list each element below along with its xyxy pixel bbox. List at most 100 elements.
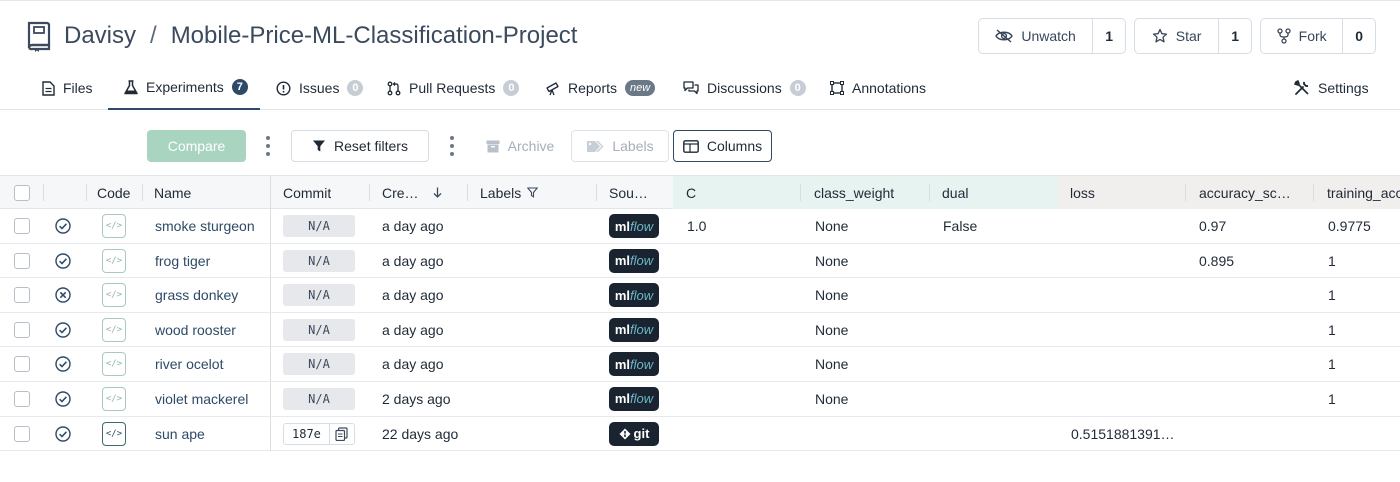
copy-icon[interactable] [330,424,354,444]
tab-annotations[interactable]: Annotations [830,66,926,110]
select-all-checkbox[interactable] [14,176,30,209]
param-class-weight-cell: None [815,218,849,234]
code-icon[interactable]: </> [102,352,126,377]
row-checkbox[interactable] [14,244,30,278]
row-checkbox[interactable] [14,278,30,312]
column-header-source[interactable]: Sou… [609,176,648,209]
labels-label: Labels [612,138,654,154]
row-checkbox[interactable] [14,382,30,416]
watch-count[interactable]: 1 [1093,19,1125,53]
experiment-name-link[interactable]: river ocelot [155,356,223,372]
column-header-labels[interactable]: Labels [480,176,539,209]
param-class-weight-cell: None [815,356,849,373]
column-header-accuracy[interactable]: accuracy_sc… [1199,176,1291,209]
experiments-table: Code Name Commit Cre… Labels Sou… C clas… [0,175,1400,452]
unwatch-button[interactable]: Unwatch [979,19,1094,53]
column-header-code[interactable]: Code [97,176,130,209]
mlflow-source-badge: mlflow [609,352,659,377]
column-header-loss[interactable]: loss [1070,185,1095,201]
top-divider [0,0,1400,1]
fork-group: Fork 0 [1260,18,1376,54]
filters-menu-kebab-icon[interactable] [450,136,454,156]
tab-pull-requests[interactable]: Pull Requests 0 [387,66,520,110]
code-icon[interactable]: </> [102,214,126,238]
row-checkbox[interactable] [14,209,30,243]
status-cell [55,313,71,347]
code-icon[interactable]: </> [102,248,126,273]
commit-na-pill: N/A [283,353,355,376]
table-row[interactable]: </> smoke sturgeon N/A a day ago mlflow … [0,209,1400,244]
labels-button[interactable]: Labels [571,130,669,162]
star-count[interactable]: 1 [1219,19,1251,53]
metric-training-cell: 1 [1328,356,1336,373]
commit-hash-text[interactable]: 187e [284,423,330,444]
code-icon[interactable]: </> [102,317,126,342]
row-checkbox[interactable] [14,417,30,451]
created-cell: a day ago [382,287,444,304]
experiment-name-link[interactable]: sun ape [155,426,205,442]
tab-annotations-label: Annotations [852,80,926,96]
column-header-dual[interactable]: dual [942,176,968,209]
tab-issues[interactable]: Issues 0 [276,66,364,110]
table-row[interactable]: </> wood rooster N/A a day ago mlflow No… [0,312,1400,348]
fork-button[interactable]: Fork [1261,19,1344,53]
table-row[interactable]: </> frog tiger N/A a day ago mlflow None… [0,243,1400,279]
column-header-class-weight[interactable]: class_weight [814,176,894,209]
code-icon[interactable]: </> [102,283,126,308]
repo-owner-link[interactable]: Davisy [64,22,136,50]
row-checkbox[interactable] [14,347,30,381]
code-icon[interactable]: </> [102,386,126,411]
column-header-commit[interactable]: Commit [283,176,331,209]
metric-accuracy-cell: 0.895 [1199,252,1235,269]
star-button[interactable]: Star [1135,19,1220,53]
success-check-icon [55,322,71,338]
experiment-name-link[interactable]: wood rooster [155,322,236,338]
code-icon[interactable]: </> [102,421,126,446]
table-row[interactable]: </> sun ape 187e 22 days ago git 0.51518… [0,416,1400,452]
column-header-c[interactable]: C [686,185,696,201]
compare-button[interactable]: Compare [147,130,246,162]
unwatch-label: Unwatch [1021,28,1076,44]
mlflow-logo-text: mlflow [614,218,654,234]
fork-label: Fork [1298,28,1327,44]
tab-discussions[interactable]: Discussions 0 [683,66,806,110]
table-row[interactable]: </> river ocelot N/A a day ago mlflow No… [0,347,1400,382]
metric-training-cell: 1 [1328,287,1336,304]
column-header-created[interactable]: Cre… [382,176,442,209]
repo-name-link[interactable]: Mobile-Price-ML-Classification-Project [171,22,578,50]
column-header-name[interactable]: Name [154,176,191,209]
reports-new-badge: new [625,80,656,96]
commit-na-pill: N/A [283,284,355,307]
success-check-icon [55,252,71,269]
archive-button[interactable]: Archive [480,130,560,162]
column-header-labels-label: Labels [480,184,522,201]
chat-icon [683,81,699,95]
pull-requests-count-badge: 0 [503,80,520,96]
tab-reports[interactable]: Reports new [545,66,656,110]
git-source-badge: git [609,421,659,446]
fork-count[interactable]: 0 [1343,19,1375,53]
compare-menu-kebab-icon[interactable] [266,136,270,156]
row-checkbox[interactable] [14,313,30,347]
tab-issues-label: Issues [299,80,340,96]
star-label: Star [1175,28,1202,44]
column-header-training[interactable]: training_acc [1327,176,1400,209]
tab-files[interactable]: Files [42,66,93,110]
experiment-name-link[interactable]: smoke sturgeon [155,218,255,234]
columns-button[interactable]: Columns [673,130,772,162]
experiment-name-link[interactable]: frog tiger [155,253,210,269]
experiment-name-link[interactable]: grass donkey [155,287,238,303]
mlflow-logo-text: mlflow [614,322,654,338]
tab-experiments[interactable]: Experiments 7 [108,66,260,110]
archive-icon [486,140,500,152]
commit-hash[interactable]: 187e [283,422,355,445]
metric-loss-cell: 0.5151881391… [1071,425,1175,442]
table-row[interactable]: </> grass donkey N/A a day ago mlflow No… [0,278,1400,313]
table-row[interactable]: </> violet mackerel N/A 2 days ago mlflo… [0,381,1400,417]
watch-group: Unwatch 1 [978,18,1126,54]
success-check-icon [55,391,71,407]
reset-filters-button[interactable]: Reset filters [291,130,429,162]
status-cell [55,347,71,381]
settings-link[interactable]: Settings [1294,66,1369,110]
experiment-name-link[interactable]: violet mackerel [155,391,248,407]
